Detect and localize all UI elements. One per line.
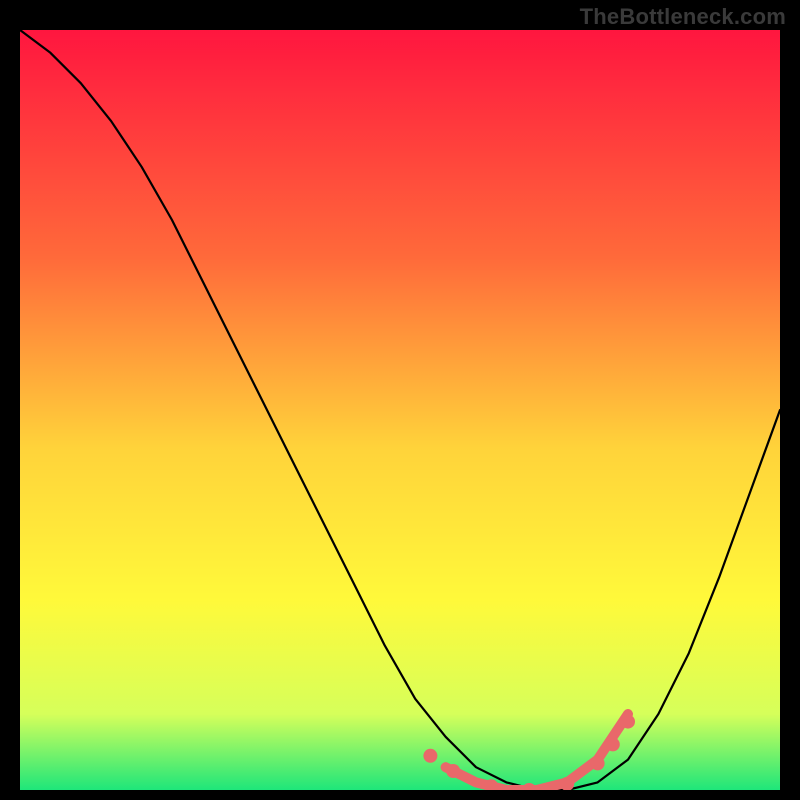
bottleneck-plot [20, 30, 780, 790]
highlight-dot [621, 715, 635, 729]
highlight-dot [446, 764, 460, 778]
plot-svg [20, 30, 780, 790]
highlight-dot [423, 749, 437, 763]
watermark-text: TheBottleneck.com [580, 4, 786, 30]
highlight-dot [606, 737, 620, 751]
gradient-background [20, 30, 780, 790]
chart-stage: TheBottleneck.com [0, 0, 800, 800]
highlight-dot [591, 756, 605, 770]
